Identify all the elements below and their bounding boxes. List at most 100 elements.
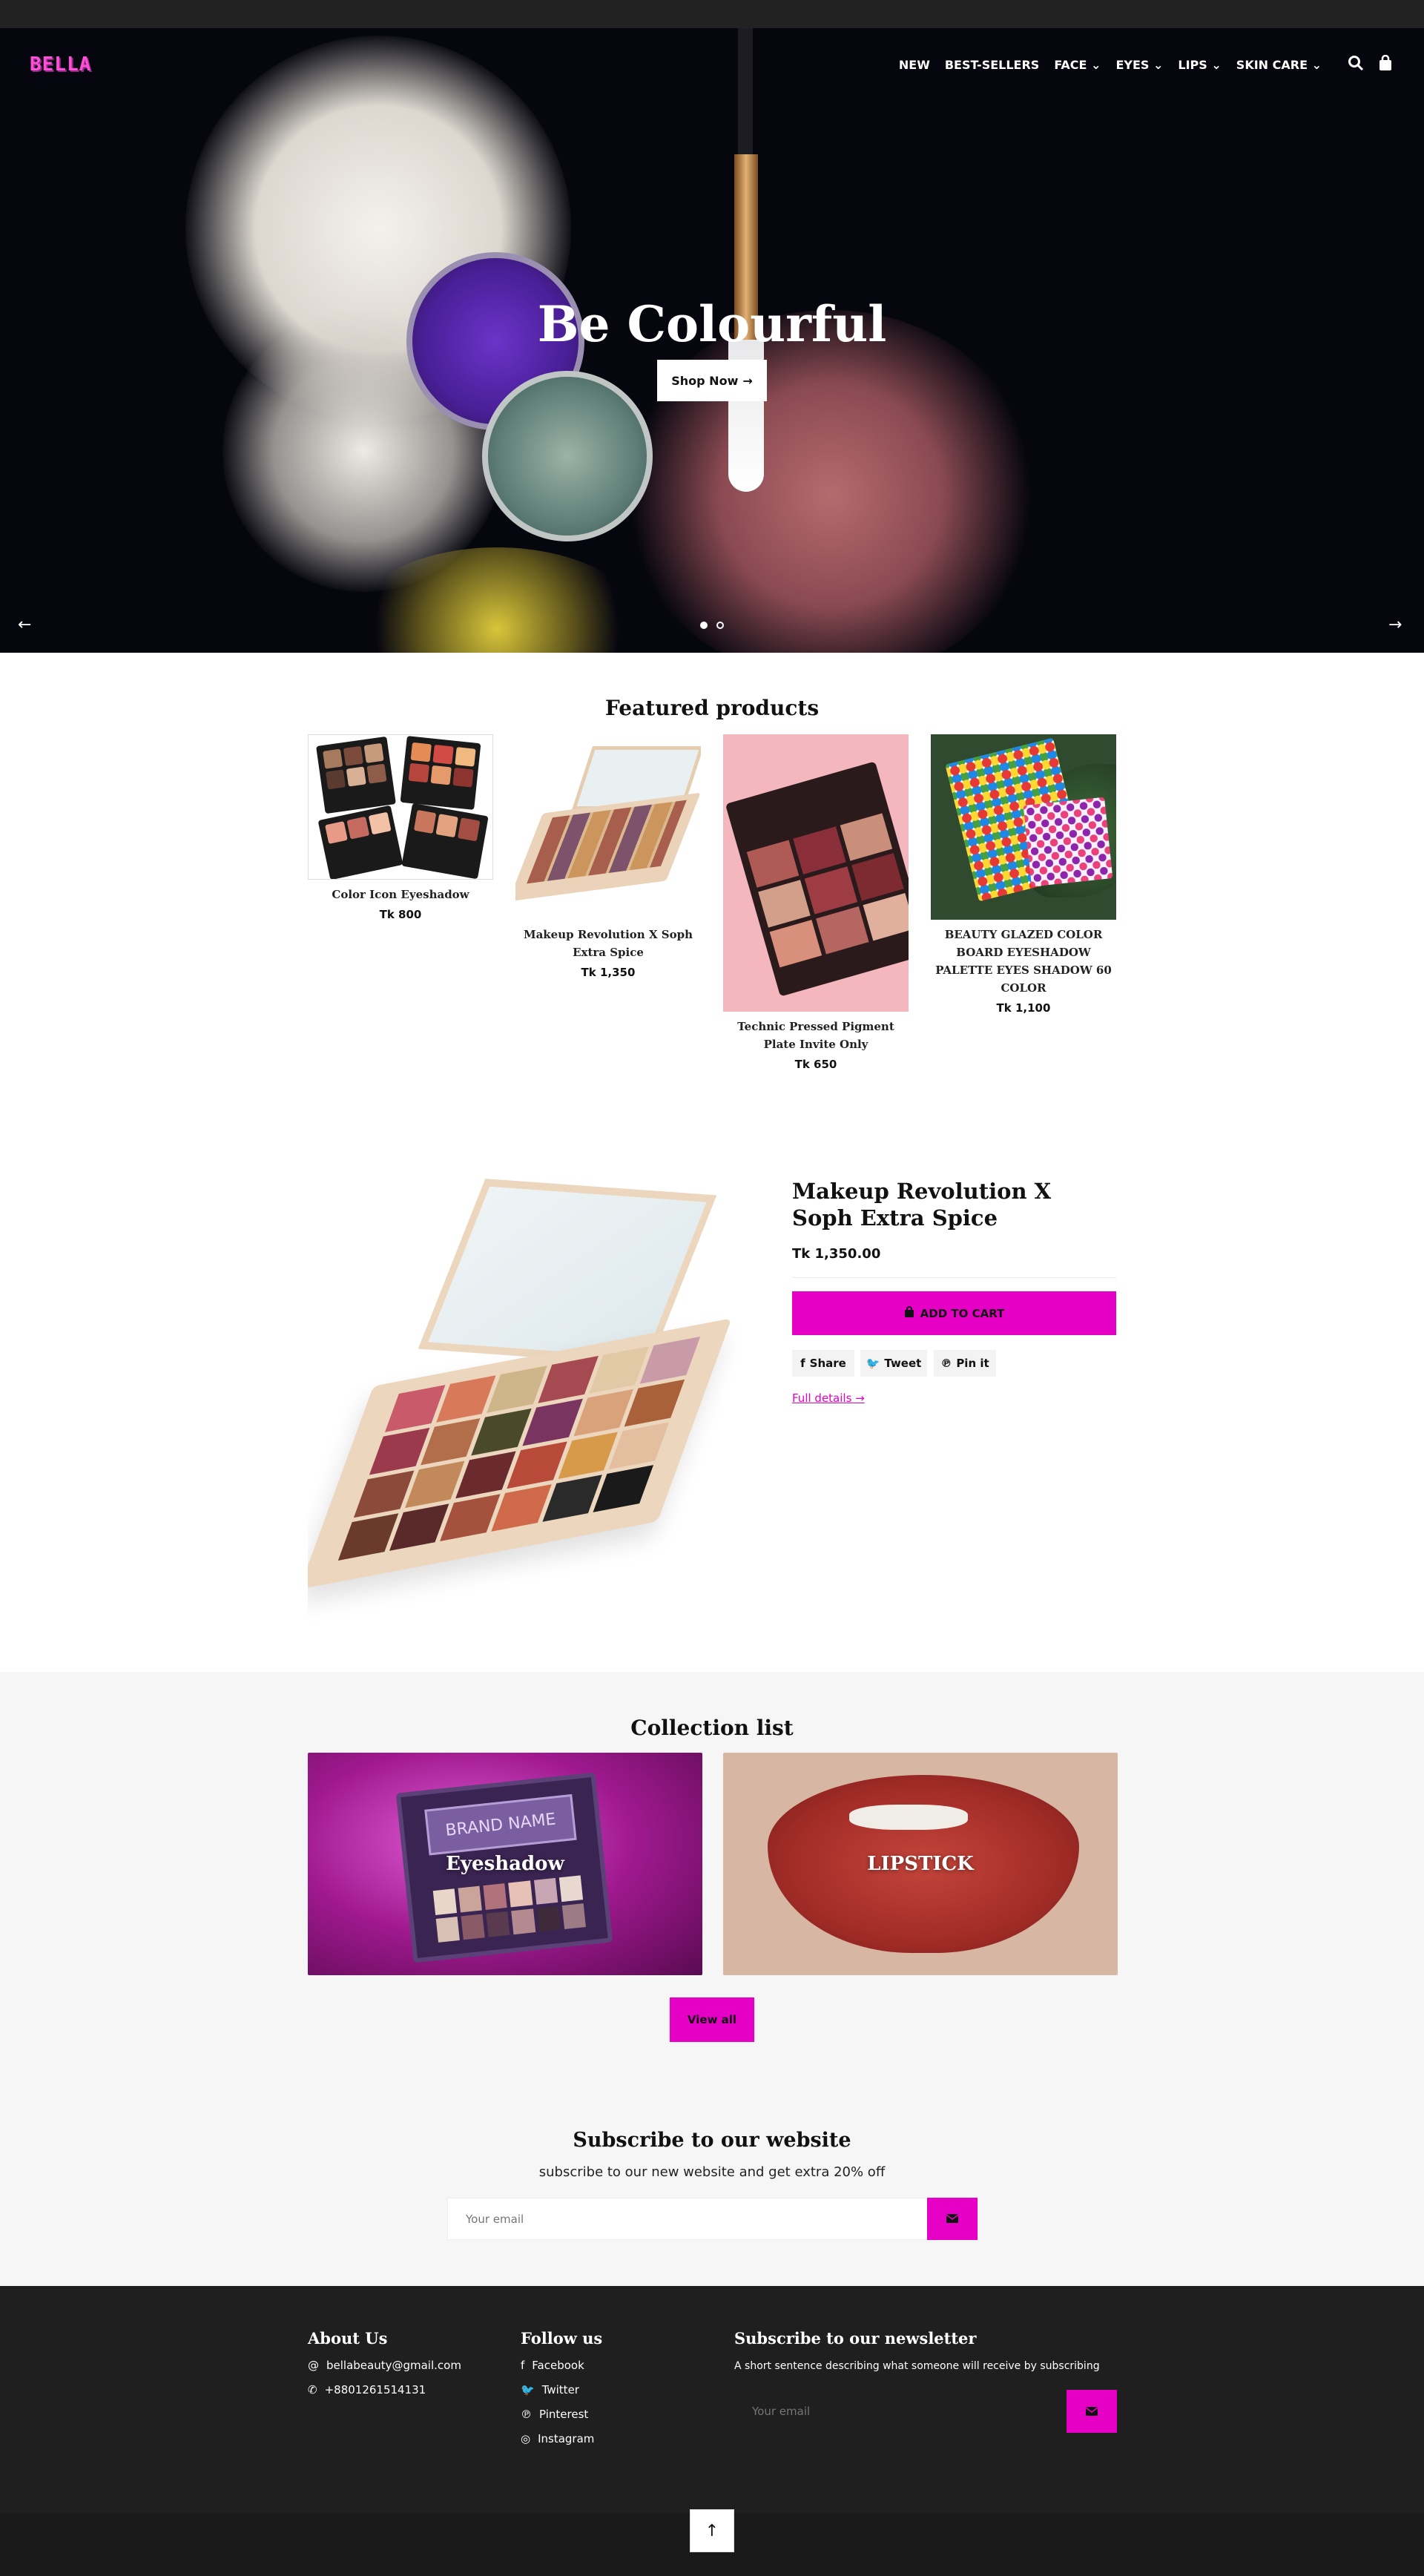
bag-icon [904,1305,914,1321]
product-image-color-icon[interactable] [308,734,493,880]
pinterest-icon: ℗ [940,1357,952,1370]
palette-case [725,761,909,997]
nav-item-lips[interactable]: LIPS ⌄ [1178,58,1221,72]
nav-item-label: NEW [898,58,930,72]
subscribe-title: Subscribe to our website [573,2129,851,2152]
divider [792,1277,1116,1278]
footer-phone[interactable]: ✆ +8801261514131 [308,2383,426,2397]
pin-label: Pin it [956,1357,989,1370]
eyeshadow-pan [368,811,392,835]
product-name[interactable]: BEAUTY GLAZED COLOR BOARD EYESHADOW PALE… [931,926,1116,997]
eyeshadow-pan [573,1389,634,1437]
eyeshadow-pan [457,817,481,842]
collection-card-lipstick[interactable]: LIPSTICK [723,1753,1118,1975]
palette-image [316,736,396,814]
footer-about-title: About Us [308,2329,388,2348]
full-details-link[interactable]: Full details → [792,1391,865,1405]
eyeshadow-pan [840,813,893,861]
tweet-button[interactable]: 🐦 Tweet [860,1350,927,1377]
product-card[interactable]: BEAUTY GLAZED COLOR BOARD EYESHADOW PALE… [931,734,1116,1015]
logo[interactable]: BELLA [30,53,91,76]
collection-card-eyeshadow[interactable]: BRAND NAME Eyeshadow [308,1753,702,1975]
nav-item-label: EYES [1115,58,1150,72]
eyeshadow-pan [432,744,454,765]
product-name[interactable]: Technic Pressed Pigment Plate Invite Onl… [723,1018,909,1053]
link-label: Pinterest [539,2408,589,2421]
eyeshadow-pan [793,826,846,874]
subscribe-email-input[interactable] [447,2198,928,2240]
slide-dot-2[interactable] [716,622,724,629]
nav-item-best-sellers[interactable]: BEST-SELLERS [945,58,1039,72]
nav-item-label: BEST-SELLERS [944,58,1040,72]
footer-link-facebook[interactable]: f Facebook [521,2359,584,2372]
slide-next-arrow-icon[interactable]: → [1388,616,1402,634]
facebook-icon: f [800,1357,805,1370]
newsletter-submit-button[interactable] [1067,2390,1117,2433]
add-to-cart-button[interactable]: ADD TO CART [792,1291,1116,1335]
eyeshadow-pan [366,763,387,784]
footer [0,2286,1424,2513]
product-price: Tk 1,100 [996,1001,1051,1015]
collection-label: Eyeshadow [446,1853,564,1875]
chevron-down-icon: ⌄ [1153,58,1164,72]
palette-image [400,736,481,810]
arrow-right-icon: → [742,373,753,388]
arrow-up-icon: ↑ [705,2521,719,2540]
eyeshadow-pan [430,765,452,785]
footer-link-instagram[interactable]: ◎ Instagram [521,2432,594,2445]
product-image-beauty-glazed[interactable] [931,734,1116,920]
chevron-down-icon: ⌄ [1211,58,1222,72]
share-facebook-button[interactable]: f Share [792,1350,854,1377]
subscribe-submit-button[interactable] [927,2198,978,2240]
eyeshadow-pan [343,745,363,766]
product-card[interactable]: Technic Pressed Pigment Plate Invite Onl… [723,734,909,1071]
email-text: bellabeauty@gmail.com [326,2359,461,2372]
eyeshadow-pan [455,747,476,767]
slide-prev-arrow-icon[interactable]: ← [18,616,31,634]
product-card[interactable]: Makeup Revolution X Soph Extra Spice Tk … [515,734,701,979]
facebook-icon: f [521,2359,525,2372]
eyeshadow-pan [413,809,437,834]
product-detail-image[interactable] [308,1165,756,1624]
nav-item-new[interactable]: NEW [899,58,930,72]
product-image-extra-spice[interactable] [515,734,701,920]
phone-text: +8801261514131 [324,2383,426,2397]
at-icon: @ [308,2359,319,2372]
eyeshadow-pan [346,816,370,840]
product-card[interactable]: Color Icon Eyeshadow Tk 800 [308,734,493,921]
product-price: Tk 800 [379,908,422,921]
pin-it-button[interactable]: ℗ Pin it [934,1350,996,1377]
newsletter-email-input[interactable] [734,2390,1067,2433]
link-label: Facebook [532,2359,584,2372]
hero-title: Be Colourful [537,295,887,353]
nav-item-eyes[interactable]: EYES ⌄ [1115,58,1163,72]
pan-grid [746,813,909,968]
add-to-cart-label: ADD TO CART [920,1306,1005,1320]
eyeshadow-pan [816,906,869,955]
bag-icon[interactable] [1378,54,1393,76]
slide-dots [700,622,724,629]
nav-item-face[interactable]: FACE ⌄ [1054,58,1101,72]
eyeshadow-pan [346,766,366,787]
footer-email[interactable]: @ bellabeauty@gmail.com [308,2359,461,2372]
back-to-top-button[interactable]: ↑ [690,2509,734,2552]
view-all-button[interactable]: View all [670,1997,754,2042]
footer-link-pinterest[interactable]: ℗ Pinterest [521,2408,588,2421]
arrow-right-icon: → [855,1391,865,1405]
eyeshadow-pan [769,920,823,968]
full-details-label: Full details [792,1391,852,1405]
top-announcement-bar [0,0,1424,28]
product-name[interactable]: Color Icon Eyeshadow [308,886,493,903]
eyeshadow-pan [455,1451,516,1499]
slide-dot-1[interactable] [700,622,708,629]
collection-label: LIPSTICK [867,1853,974,1875]
eyeshadow-pan [522,1398,583,1446]
footer-link-twitter[interactable]: 🐦 Twitter [521,2383,579,2397]
nav-item-skin-care[interactable]: SKIN CARE ⌄ [1236,58,1322,72]
product-name[interactable]: Makeup Revolution X Soph Extra Spice [515,926,701,961]
product-image-technic-invite-only[interactable] [723,734,909,1012]
search-icon[interactable] [1348,55,1364,76]
palette-image [401,803,489,879]
shop-now-button[interactable]: Shop Now → [657,360,767,401]
shop-now-label: Shop Now [671,373,739,388]
